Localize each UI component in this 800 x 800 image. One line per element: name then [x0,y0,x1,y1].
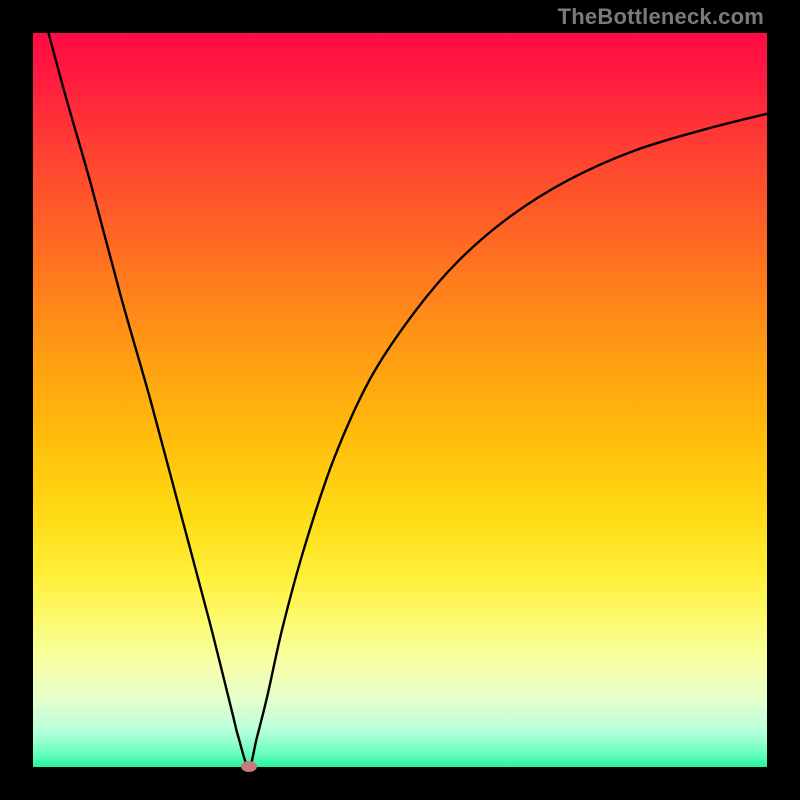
bottleneck-curve [33,33,767,767]
minimum-marker [241,761,257,772]
curve-layer [33,33,767,767]
chart-frame: TheBottleneck.com [0,0,800,800]
watermark-text: TheBottleneck.com [558,4,764,30]
